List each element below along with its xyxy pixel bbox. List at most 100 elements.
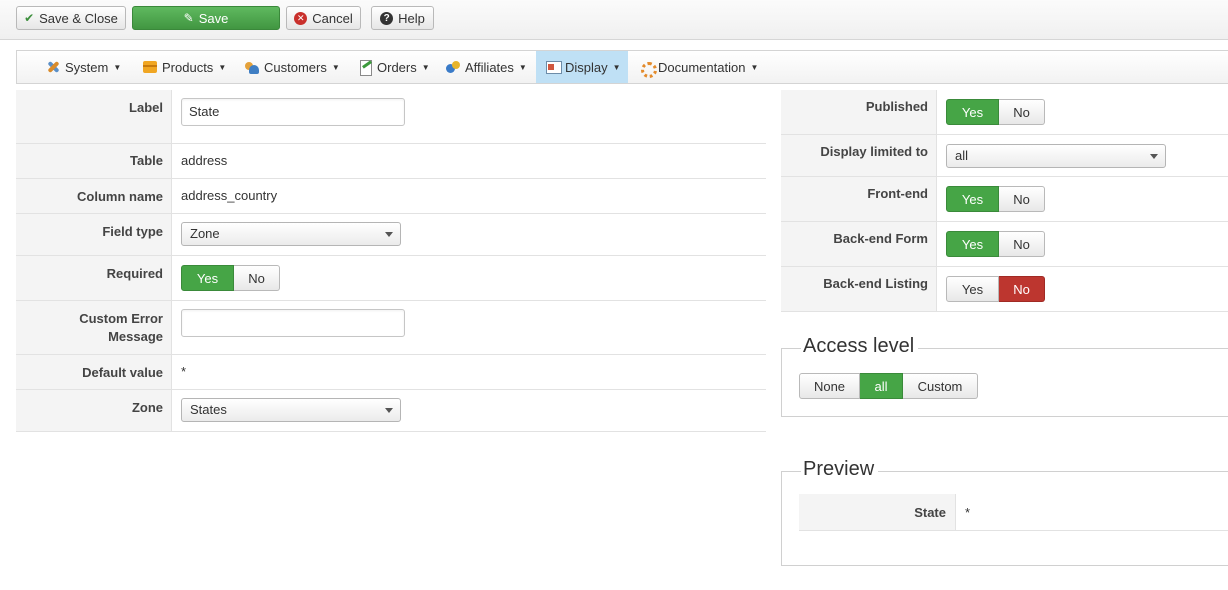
preview-title: Preview [801, 458, 879, 481]
display-icon [545, 59, 562, 75]
menu-item-label: Affiliates [465, 59, 514, 75]
option-row-display-limited: Display limited to all [781, 135, 1228, 177]
field-label: Custom Error Message [16, 301, 172, 354]
help-button[interactable]: ? Help [371, 6, 434, 30]
dropdown-arrow-icon [1150, 154, 1158, 159]
published-yes-button[interactable]: Yes [946, 99, 999, 125]
option-row-backend-listing: Back-end Listing Yes No [781, 267, 1228, 312]
form-row-table: Table address [16, 144, 766, 179]
backend-form-no-button[interactable]: No [999, 231, 1045, 257]
access-none-button[interactable]: None [799, 373, 860, 399]
menu-item-customers[interactable]: Customers ▼ [244, 51, 340, 83]
menu-item-products[interactable]: Products ▼ [142, 51, 226, 83]
display-limited-value: all [955, 148, 969, 163]
access-level-title: Access level [801, 335, 919, 358]
edit-icon: ✎ [183, 11, 194, 25]
required-yes-button[interactable]: Yes [181, 265, 234, 291]
option-row-front-end: Front-end Yes No [781, 177, 1228, 222]
help-icon: ? [380, 11, 394, 25]
main-menu: System ▼ Products ▼ Customers ▼ Orders ▼ Aff… [16, 50, 1228, 84]
form-row-required: Required Yes No [16, 256, 766, 301]
caret-down-icon: ▼ [218, 62, 227, 72]
access-custom-button[interactable]: Custom [903, 373, 978, 399]
published-toggle: Yes No [946, 99, 1045, 125]
backend-form-yes-button[interactable]: Yes [946, 231, 999, 257]
check-icon: ✔ [24, 11, 35, 25]
menu-item-label: Orders [377, 59, 417, 75]
preview-fieldset: Preview State * [781, 458, 1228, 566]
menu-item-system[interactable]: System ▼ [45, 51, 121, 83]
caret-down-icon: ▼ [750, 62, 759, 72]
toolbar: ✔ Save & Close ✎ Save ✕ Cancel ? Help [0, 0, 1228, 40]
form-row-column-name: Column name address_country [16, 179, 766, 214]
front-end-no-button[interactable]: No [999, 186, 1045, 212]
field-label: Published [781, 90, 937, 134]
required-toggle: Yes No [181, 265, 280, 291]
menu-item-label: Documentation [658, 59, 746, 75]
label-input[interactable]: State [181, 98, 405, 126]
field-label: Field type [16, 214, 172, 255]
form-row-custom-error: Custom Error Message [16, 301, 766, 355]
zone-select[interactable]: States [181, 398, 401, 422]
field-label: Zone [16, 390, 172, 431]
custom-error-label-line1: Custom Error [79, 311, 163, 326]
save-label: Save [198, 10, 229, 26]
front-end-toggle: Yes No [946, 186, 1045, 212]
field-type-value: Zone [190, 226, 220, 241]
form-row-default-value: Default value * [16, 355, 766, 390]
table-value: address [181, 153, 228, 168]
menu-item-orders[interactable]: Orders ▼ [357, 51, 430, 83]
access-level-toggle: None all Custom [799, 373, 978, 399]
preview-value: * [965, 505, 971, 520]
save-button[interactable]: ✎ Save [132, 6, 280, 30]
option-row-backend-form: Back-end Form Yes No [781, 222, 1228, 267]
field-label: Display limited to [781, 135, 937, 176]
caret-down-icon: ▼ [113, 62, 122, 72]
preview-row: State * [799, 494, 1228, 531]
cancel-button[interactable]: ✕ Cancel [286, 6, 361, 30]
menu-item-affiliates[interactable]: Affiliates ▼ [445, 51, 527, 83]
menu-item-label: System [65, 59, 109, 75]
save-close-button[interactable]: ✔ Save & Close [16, 6, 126, 30]
form-row-field-type: Field type Zone [16, 214, 766, 256]
published-no-button[interactable]: No [999, 99, 1045, 125]
caret-down-icon: ▼ [331, 62, 340, 72]
field-label: Required [16, 256, 172, 300]
caret-down-icon: ▼ [518, 62, 527, 72]
menu-item-display[interactable]: Display ▼ [536, 51, 628, 83]
menu-item-label: Products [162, 59, 214, 75]
affiliates-icon [445, 59, 461, 75]
preview-label: State [799, 494, 956, 530]
menu-item-label: Customers [264, 59, 327, 75]
cancel-icon: ✕ [294, 11, 308, 25]
save-close-label: Save & Close [39, 10, 118, 26]
field-label: Label [16, 90, 172, 143]
backend-form-toggle: Yes No [946, 231, 1045, 257]
custom-error-input[interactable] [181, 309, 405, 337]
field-label: Back-end Listing [781, 267, 937, 311]
products-icon [142, 59, 158, 75]
field-label: Table [16, 144, 172, 178]
backend-listing-toggle: Yes No [946, 276, 1045, 302]
column-name-value: address_country [181, 188, 278, 203]
cancel-label: Cancel [312, 10, 353, 26]
menu-item-documentation[interactable]: Documentation ▼ [638, 51, 758, 83]
field-label: Back-end Form [781, 222, 937, 266]
required-no-button[interactable]: No [234, 265, 280, 291]
access-level-fieldset: Access level None all Custom [781, 335, 1228, 417]
display-limited-select[interactable]: all [946, 144, 1166, 168]
system-icon [45, 59, 61, 75]
custom-error-label-line2: Message [108, 329, 163, 344]
orders-icon [357, 59, 373, 76]
front-end-yes-button[interactable]: Yes [946, 186, 999, 212]
access-all-button[interactable]: all [860, 373, 903, 399]
field-label: Column name [16, 179, 172, 213]
help-label: Help [398, 10, 425, 26]
option-row-published: Published Yes No [781, 90, 1228, 135]
caret-down-icon: ▼ [421, 62, 430, 72]
dropdown-arrow-icon [385, 232, 393, 237]
field-type-select[interactable]: Zone [181, 222, 401, 246]
backend-listing-yes-button[interactable]: Yes [946, 276, 999, 302]
customers-icon [244, 59, 260, 75]
backend-listing-no-button[interactable]: No [999, 276, 1045, 302]
